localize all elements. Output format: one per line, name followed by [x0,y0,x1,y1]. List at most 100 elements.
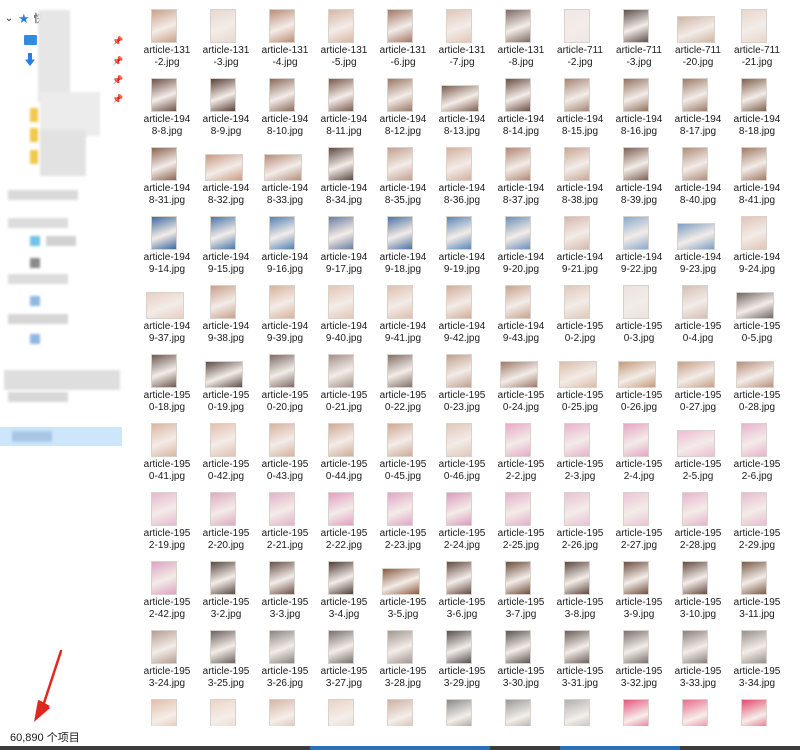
file-tile[interactable] [668,693,728,726]
file-tile[interactable]: article-195 3-25.jpg [196,624,256,690]
file-tile[interactable]: article-195 3-8.jpg [550,555,610,621]
nav-item-blurred[interactable] [38,10,70,102]
file-tile[interactable]: article-195 3-4.jpg [314,555,374,621]
file-tile[interactable]: article-195 0-26.jpg [609,348,669,414]
file-tile[interactable]: article-195 0-18.jpg [137,348,197,414]
file-tile[interactable]: article-195 3-2.jpg [196,555,256,621]
file-tile[interactable]: article-195 2-4.jpg [609,417,669,483]
file-tile[interactable]: article-194 8-9.jpg [196,72,256,138]
file-tile[interactable]: article-195 3-10.jpg [668,555,728,621]
file-tile[interactable]: article-195 3-3.jpg [255,555,315,621]
file-tile[interactable]: article-194 8-37.jpg [491,141,551,207]
file-tile[interactable]: article-195 0-19.jpg [196,348,256,414]
file-tile[interactable]: article-195 2-24.jpg [432,486,492,552]
file-tile[interactable]: article-195 3-6.jpg [432,555,492,621]
nav-item-blurred[interactable] [46,236,76,246]
pin-icon[interactable]: 📌 [112,94,123,104]
file-tile[interactable] [314,693,374,726]
file-tile[interactable]: article-194 9-22.jpg [609,210,669,276]
file-tile[interactable]: article-194 8-32.jpg [196,141,256,207]
file-tile[interactable]: article-194 9-17.jpg [314,210,374,276]
file-tile[interactable]: article-194 9-16.jpg [255,210,315,276]
file-tile[interactable]: article-194 8-34.jpg [314,141,374,207]
file-tile[interactable] [491,693,551,726]
file-tile[interactable] [255,693,315,726]
file-tile[interactable]: article-194 8-13.jpg [432,72,492,138]
file-tile[interactable]: article-194 8-40.jpg [668,141,728,207]
file-tile[interactable]: article-195 3-31.jpg [550,624,610,690]
nav-item-blurred[interactable] [8,314,68,324]
file-tile[interactable]: article-195 2-28.jpg [668,486,728,552]
chevron-down-icon[interactable]: ⌄ [4,13,14,24]
file-tile[interactable]: article-131 -5.jpg [314,3,374,69]
file-tile[interactable]: article-195 0-44.jpg [314,417,374,483]
file-tile[interactable]: article-195 2-42.jpg [137,555,197,621]
download-arrow-icon[interactable] [25,53,35,66]
file-tile[interactable]: article-194 9-38.jpg [196,279,256,345]
file-tile[interactable]: article-195 3-33.jpg [668,624,728,690]
file-tile[interactable]: article-195 0-20.jpg [255,348,315,414]
file-tile[interactable]: article-195 2-3.jpg [550,417,610,483]
file-tile[interactable]: article-194 9-37.jpg [137,279,197,345]
file-tile[interactable]: article-194 8-17.jpg [668,72,728,138]
file-tile[interactable]: article-195 0-3.jpg [609,279,669,345]
file-tile[interactable]: article-195 2-5.jpg [668,417,728,483]
file-tile[interactable]: article-195 3-34.jpg [727,624,787,690]
file-tile[interactable]: article-195 3-9.jpg [609,555,669,621]
file-tile[interactable]: article-131 -8.jpg [491,3,551,69]
file-tile[interactable]: article-194 8-11.jpg [314,72,374,138]
pin-icon[interactable]: 📌 [112,36,123,46]
nav-item-blurred[interactable] [8,218,68,228]
file-tile[interactable]: article-194 9-19.jpg [432,210,492,276]
file-tile[interactable]: article-195 0-27.jpg [668,348,728,414]
file-tile[interactable]: article-195 3-30.jpg [491,624,551,690]
nav-item-blurred[interactable] [8,392,68,402]
file-tile[interactable]: article-194 9-41.jpg [373,279,433,345]
file-tile[interactable]: article-195 2-29.jpg [727,486,787,552]
file-tile[interactable]: article-194 8-33.jpg [255,141,315,207]
file-tile[interactable]: article-194 8-10.jpg [255,72,315,138]
file-tile[interactable]: article-194 8-15.jpg [550,72,610,138]
file-tile[interactable]: article-131 -6.jpg [373,3,433,69]
file-tile[interactable]: article-194 9-15.jpg [196,210,256,276]
nav-item-blurred[interactable] [8,274,68,284]
file-tile[interactable]: article-194 9-21.jpg [550,210,610,276]
file-tile[interactable]: article-195 3-5.jpg [373,555,433,621]
file-tile[interactable]: article-195 3-24.jpg [137,624,197,690]
file-tile[interactable]: article-195 3-7.jpg [491,555,551,621]
file-tile[interactable]: article-195 2-19.jpg [137,486,197,552]
file-tile[interactable]: article-711 -20.jpg [668,3,728,69]
nav-item-blurred[interactable] [8,190,78,200]
file-tile[interactable]: article-194 8-31.jpg [137,141,197,207]
file-tile[interactable]: article-195 0-41.jpg [137,417,197,483]
file-tile[interactable]: article-195 0-22.jpg [373,348,433,414]
file-tile[interactable]: article-195 3-26.jpg [255,624,315,690]
nav-item-blurred[interactable] [30,108,38,122]
file-tile[interactable]: article-194 9-43.jpg [491,279,551,345]
file-tile[interactable]: article-195 0-42.jpg [196,417,256,483]
file-tile[interactable]: article-195 2-27.jpg [609,486,669,552]
file-tile[interactable]: article-195 2-25.jpg [491,486,551,552]
desktop-folder-icon[interactable] [24,35,37,45]
file-tile[interactable]: article-194 8-16.jpg [609,72,669,138]
file-tile[interactable]: article-194 9-20.jpg [491,210,551,276]
nav-item-blurred[interactable] [30,236,40,246]
file-tile[interactable] [196,693,256,726]
nav-item-blurred[interactable] [30,128,38,142]
nav-item-blurred[interactable] [30,296,40,306]
file-tile[interactable]: article-195 3-27.jpg [314,624,374,690]
file-tile[interactable]: article-194 9-14.jpg [137,210,197,276]
nav-item-blurred[interactable] [30,334,40,344]
file-tile[interactable]: article-194 8-8.jpg [137,72,197,138]
file-tile[interactable] [432,693,492,726]
file-tile[interactable]: article-195 2-23.jpg [373,486,433,552]
file-tile[interactable]: article-195 0-45.jpg [373,417,433,483]
file-tile[interactable]: article-195 0-24.jpg [491,348,551,414]
file-tile[interactable]: article-194 9-23.jpg [668,210,728,276]
file-tile[interactable]: article-195 3-29.jpg [432,624,492,690]
file-tile[interactable]: article-131 -4.jpg [255,3,315,69]
pin-icon[interactable]: 📌 [112,56,123,66]
file-tile[interactable]: article-195 0-25.jpg [550,348,610,414]
file-tile[interactable]: article-711 -21.jpg [727,3,787,69]
file-tile[interactable]: article-194 8-39.jpg [609,141,669,207]
